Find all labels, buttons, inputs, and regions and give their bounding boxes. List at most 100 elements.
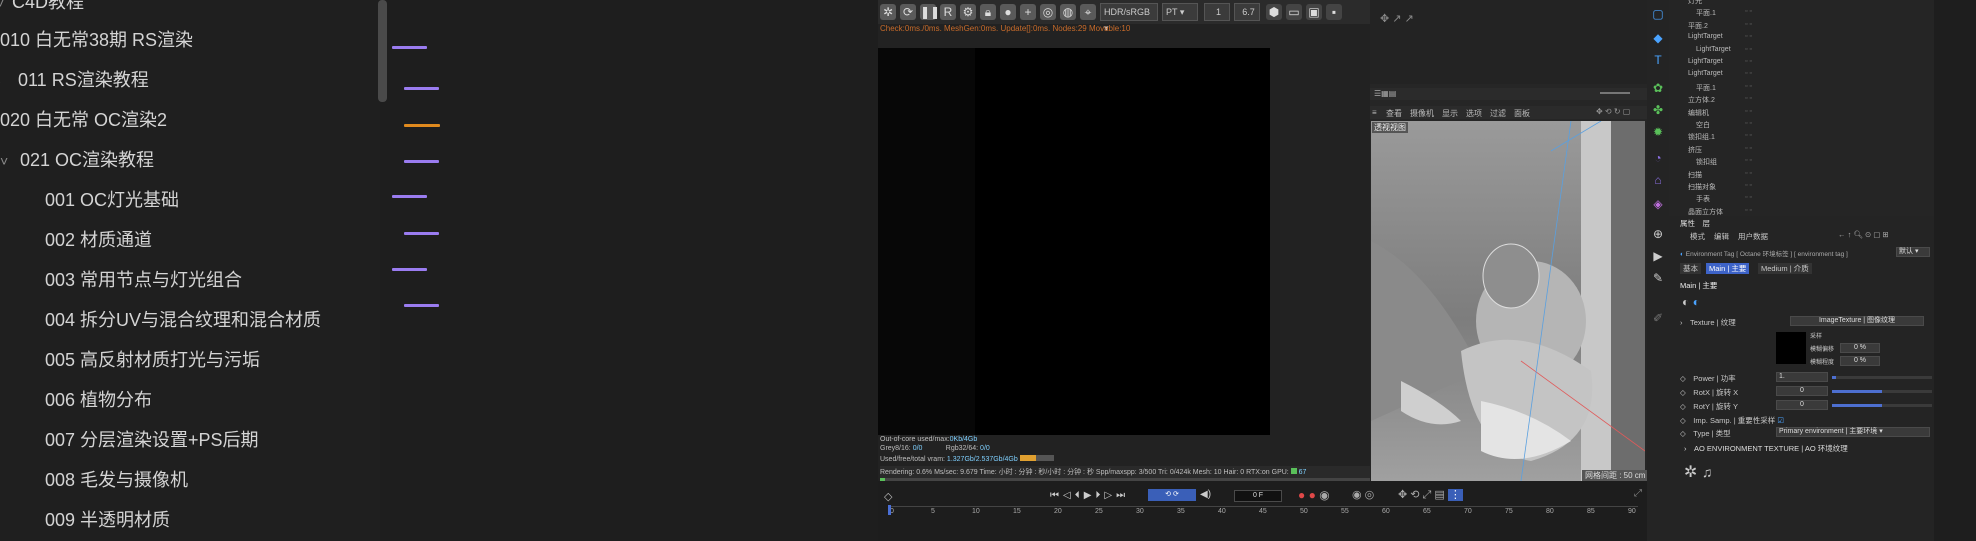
object-row[interactable]: 平面.2 — [1688, 21, 1708, 31]
object-row[interactable]: LightTarget — [1688, 70, 1723, 77]
attr-tab-attributes[interactable]: 属性 层 — [1680, 218, 1710, 229]
auto-key-icon[interactable]: ◉ ◎ — [1352, 488, 1374, 501]
object-flags[interactable]: ▫ ▫ — [1745, 145, 1752, 152]
select-icon[interactable]: ▢ — [1650, 6, 1666, 22]
text-icon[interactable]: T — [1650, 52, 1666, 68]
outline-item-010[interactable]: 010 白无常38期 RS渲染 — [0, 20, 193, 60]
sculpt-icon[interactable]: ✎ — [1650, 270, 1666, 286]
render-icon[interactable]: ▶ — [1650, 248, 1666, 264]
object-row[interactable]: 空白 — [1696, 120, 1710, 130]
attr-tab-userdata[interactable]: 用户数据 — [1738, 231, 1768, 242]
outline-scrollbar[interactable] — [378, 0, 387, 102]
object-flags[interactable]: ▫ ▫ — [1745, 33, 1752, 40]
rotx-slider[interactable] — [1832, 390, 1932, 393]
camera-mode-select[interactable]: PT ▾ — [1162, 3, 1198, 21]
object-flags[interactable]: ▫ ▫ — [1745, 170, 1752, 177]
object-flags[interactable]: ▫ ▫ — [1745, 58, 1752, 65]
object-row[interactable]: 平面.1 — [1696, 83, 1716, 93]
menu-filter[interactable]: 过滤 — [1490, 108, 1506, 119]
key-mode-icons[interactable]: ✥ ⟲ ⤢ ▤ ⋮ — [1398, 488, 1463, 502]
ao-section[interactable]: › AO ENVIRONMENT TEXTURE | AO 环境纹理 — [1684, 443, 1848, 454]
roty-field[interactable]: 0 — [1776, 400, 1828, 410]
texture-select[interactable]: ImageTexture | 图像纹理 — [1790, 316, 1924, 326]
minimap[interactable] — [388, 0, 880, 541]
object-flags[interactable]: ▫ ▫ — [1745, 207, 1752, 214]
material-icon[interactable]: ◍ — [1060, 4, 1076, 20]
object-row[interactable]: 扫描对象 — [1688, 182, 1716, 192]
sound-icon[interactable]: ◀) — [1200, 489, 1211, 500]
export-icon[interactable]: ⬢ — [1266, 4, 1282, 20]
clay-icon[interactable]: ● — [1000, 4, 1016, 20]
playback-controls[interactable]: ⏮◁⏴▶⏵▷⏭ — [1050, 490, 1129, 501]
outline-item-009[interactable]: 009 半透明材质 — [45, 500, 170, 540]
object-row[interactable]: 扫描 — [1688, 170, 1702, 180]
object-row[interactable]: LightTarget — [1688, 58, 1723, 65]
outline-item-005[interactable]: 005 高反射材质打光与污垢 — [45, 340, 260, 380]
menu-display[interactable]: 显示 — [1442, 108, 1458, 119]
menu-camera[interactable]: 摄像机 — [1410, 108, 1434, 119]
outline-item-021[interactable]: ˅ 021 OC渲染教程 — [0, 140, 154, 180]
object-flags[interactable]: ▫ ▫ — [1745, 194, 1752, 201]
timeline-ruler[interactable] — [888, 506, 1638, 507]
save-icon[interactable]: ▪ — [1326, 4, 1342, 20]
camera-icon[interactable]: ⌂ — [1650, 172, 1666, 188]
outline-item-002[interactable]: 002 材质通道 — [45, 220, 152, 260]
deformer-icon[interactable]: ✹ — [1650, 124, 1666, 140]
loop-toggle[interactable]: ⟲ ⟳ — [1148, 489, 1196, 501]
object-flags[interactable]: ▫ ▫ — [1745, 132, 1752, 139]
object-flags[interactable]: ▫ ▫ — [1745, 21, 1752, 28]
menu-view[interactable]: 查看 — [1386, 108, 1402, 119]
object-row[interactable]: 灯光 — [1688, 0, 1702, 6]
list-icon[interactable]: ☰▦▤ — [1374, 89, 1396, 98]
preset-select[interactable]: 默认 ▾ — [1896, 247, 1930, 257]
object-flags[interactable]: ▫ ▫ — [1745, 120, 1752, 127]
object-flags[interactable]: ▫ ▫ — [1745, 70, 1752, 77]
object-row[interactable]: 锁扣组.1 — [1688, 132, 1715, 142]
outline-item-020[interactable]: 020 白无常 OC渲染2 — [0, 100, 167, 140]
field-icon[interactable]: ◔ — [1650, 150, 1666, 166]
object-flags[interactable]: ▫ ▫ — [1745, 83, 1752, 90]
scale-field[interactable]: 0 % — [1840, 356, 1880, 366]
lock-icon[interactable]: 🔒︎ — [980, 4, 996, 20]
object-row[interactable]: 挤压 — [1688, 145, 1702, 155]
copy-icon[interactable]: ▭ — [1286, 4, 1302, 20]
subtab-main[interactable]: Main | 主要 — [1706, 263, 1750, 274]
outline-item-c4d[interactable]: ˅ C4D教程 — [0, 0, 84, 22]
brush-icon[interactable]: ✐ — [1650, 310, 1666, 326]
object-flags[interactable]: ▫ ▫ — [1745, 46, 1752, 53]
object-flags[interactable]: ▫ ▫ — [1745, 8, 1752, 15]
object-row[interactable]: 锁扣组 — [1696, 157, 1717, 167]
tag-icon[interactable]: ◈ — [1650, 196, 1666, 212]
attr-tab-mode[interactable]: 模式 — [1690, 231, 1705, 242]
region-icon[interactable]: R — [940, 4, 956, 20]
object-row[interactable]: 立方体.2 — [1688, 95, 1715, 105]
object-row[interactable]: LightTarget — [1696, 46, 1731, 53]
object-flags[interactable]: ▫ ▫ — [1745, 108, 1752, 115]
value2-field[interactable]: 6.7 — [1234, 3, 1260, 21]
subtab-medium[interactable]: Medium | 介质 — [1758, 263, 1812, 274]
outline-item-006[interactable]: 006 植物分布 — [45, 380, 152, 420]
marker-icon[interactable]: ⌖ — [1080, 4, 1096, 20]
outline-item-008[interactable]: 008 毛发与摄像机 — [45, 460, 188, 500]
camera-icon[interactable]: ▣ — [1306, 4, 1322, 20]
menu-options[interactable]: 选项 — [1466, 108, 1482, 119]
move-icon[interactable]: ✥ ↗ ↗ — [1380, 12, 1414, 25]
halfcircle-icon[interactable]: ◐ ◐ — [1682, 295, 1700, 309]
power-slider[interactable] — [1832, 376, 1932, 379]
settings-icon[interactable]: ✲ — [880, 4, 896, 20]
imp-checkbox[interactable]: ☑ — [1777, 416, 1784, 425]
globe-icon[interactable]: ⊕ — [1650, 226, 1666, 242]
zoom-slider[interactable] — [1600, 92, 1630, 94]
gear-icon[interactable]: ⚙ — [960, 4, 976, 20]
outline-item-007[interactable]: 007 分层渲染设置+PS后期 — [45, 420, 259, 460]
outline-item-001[interactable]: 001 OC灯光基础 — [45, 180, 179, 220]
playhead[interactable] — [888, 505, 891, 515]
rotx-field[interactable]: 0 — [1776, 386, 1828, 396]
object-row[interactable]: LightTarget — [1688, 33, 1723, 40]
outline-item-004[interactable]: 004 拆分UV与混合纹理和混合材质 — [45, 300, 321, 340]
power-field[interactable]: 1. — [1776, 372, 1828, 382]
nav-icons[interactable]: ✥ ⟲ ↻ ▢ — [1596, 107, 1630, 116]
blur-field[interactable]: 0 % — [1840, 343, 1880, 353]
object-flags[interactable]: ▫ ▫ — [1745, 0, 1752, 3]
object-flags[interactable]: ▫ ▫ — [1745, 182, 1752, 189]
